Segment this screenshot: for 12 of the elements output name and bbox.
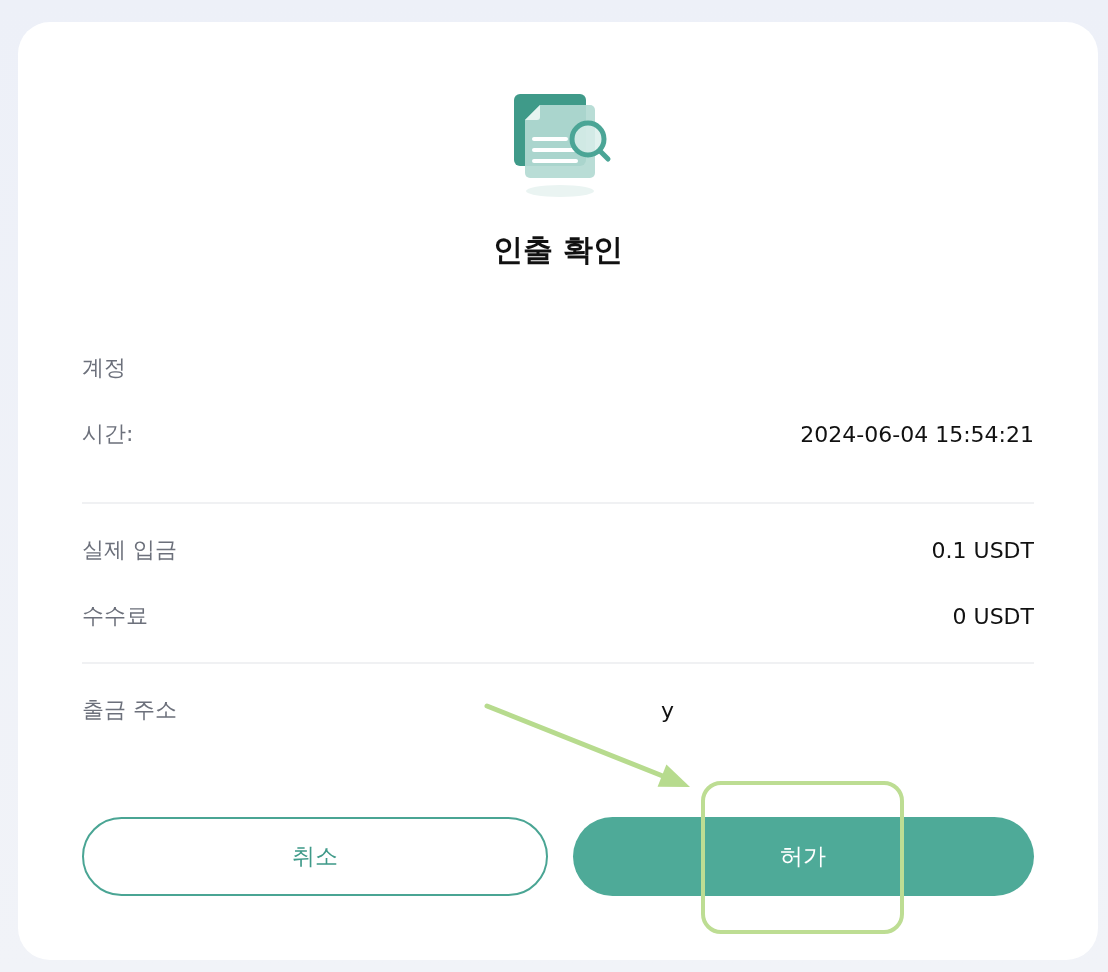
dialog-title: 인출 확인 xyxy=(492,231,624,269)
field-label: 실제 입금 xyxy=(82,536,177,564)
field-label: 시간: xyxy=(82,420,134,448)
field-value: 0 USDT xyxy=(952,603,1034,629)
confirm-button[interactable]: 허가 xyxy=(572,817,1034,896)
field-value: 2024-06-04 15:54:21 xyxy=(800,421,1034,447)
cancel-button[interactable]: 취소 xyxy=(82,817,548,896)
address-value: y xyxy=(661,697,675,723)
field-label: 출금 주소 xyxy=(82,696,177,724)
field-label: 수수료 xyxy=(82,602,148,630)
field-value: 0.1 USDT xyxy=(931,537,1034,563)
field-label: 계정 xyxy=(82,354,126,382)
